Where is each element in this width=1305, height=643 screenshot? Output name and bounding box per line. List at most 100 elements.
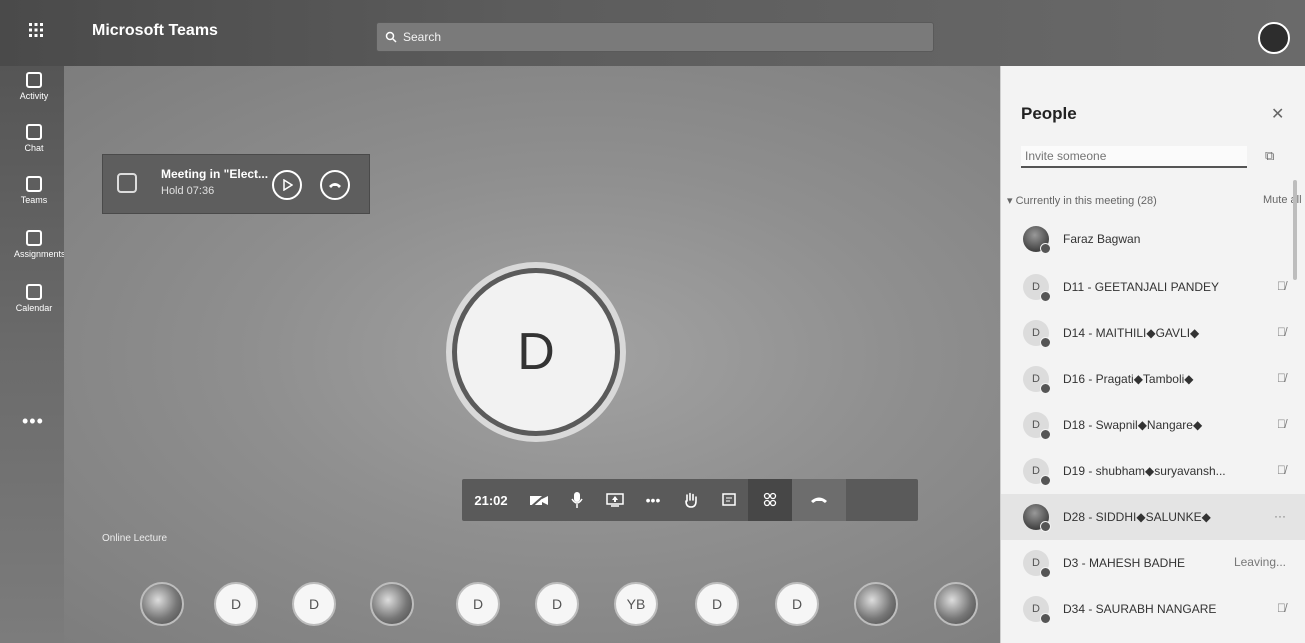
rail-item-assignments[interactable]: Assignments <box>14 230 66 270</box>
resume-button[interactable] <box>272 170 302 200</box>
participant-tile-photo[interactable] <box>934 582 978 626</box>
play-icon <box>283 179 293 191</box>
more-options-icon[interactable]: ··· <box>1274 509 1286 523</box>
call-controls: 21:02 ••• <box>462 479 918 521</box>
rail-label: Chat <box>24 143 44 153</box>
participant-tile[interactable]: YB <box>614 582 658 626</box>
people-icon <box>763 492 777 507</box>
participant-tile-photo[interactable] <box>854 582 898 626</box>
share-invite-icon[interactable]: ⧉ <box>1265 148 1274 164</box>
search-placeholder: Search <box>403 30 442 44</box>
participant-row[interactable]: D D34 - SAURABH NANGARE 🎙̸ <box>1001 586 1305 632</box>
search-input[interactable]: Search <box>376 22 934 52</box>
participant-strip: D D D D YB D D <box>140 582 1000 638</box>
rail-label: Calendar <box>15 303 53 313</box>
participant-row[interactable]: D D3 - MAHESH BADHE Leaving... <box>1001 540 1305 586</box>
title-bar: Microsoft Teams Search <box>0 0 1305 67</box>
people-scrollbar[interactable] <box>1293 180 1297 280</box>
held-meeting-status: Hold 07:36 <box>161 185 215 197</box>
calendar-icon <box>26 284 42 300</box>
avatar <box>1023 504 1051 532</box>
profile-avatar[interactable] <box>1258 22 1290 54</box>
participant-name: D19 - shubham◆suryavansh... <box>1063 464 1226 478</box>
people-panel: People ✕ ⧉ ▾ Currently in this meeting (… <box>1000 66 1305 643</box>
participant-tile[interactable]: D <box>292 582 336 626</box>
camera-toggle-button[interactable] <box>520 479 558 521</box>
hang-up-held-button[interactable] <box>320 170 350 200</box>
participant-name: D28 - SIDDHI◆SALUNKE◆ <box>1063 510 1211 524</box>
close-icon[interactable]: ✕ <box>1271 104 1284 124</box>
raise-hand-button[interactable] <box>672 479 710 521</box>
phone-hangup-icon <box>811 497 827 503</box>
rail-label: Assignments <box>14 249 66 259</box>
held-meeting-title: Meeting in "Elect... <box>161 167 269 181</box>
participant-row[interactable]: D D18 - Swapnil◆Nangare◆ 🎙̸ <box>1001 402 1305 448</box>
section-label: Currently in this meeting (28) <box>1015 195 1157 207</box>
meeting-icon <box>117 173 137 193</box>
participant-tile-photo[interactable] <box>370 582 414 626</box>
participant-tile[interactable]: D <box>214 582 258 626</box>
app-launcher-icon[interactable] <box>28 22 46 40</box>
mic-off-icon: 🎙̸ <box>1277 601 1286 615</box>
hand-icon <box>685 492 697 508</box>
participant-name: D11 - GEETANJALI PANDEY <box>1063 280 1220 294</box>
share-screen-button[interactable] <box>596 479 634 521</box>
camera-off-icon <box>530 492 548 508</box>
avatar: D <box>1023 412 1051 440</box>
participants-button[interactable] <box>748 479 792 521</box>
rail-label: Teams <box>20 195 48 205</box>
participant-tile[interactable]: D <box>775 582 819 626</box>
rail-item-chat[interactable]: Chat <box>14 124 54 164</box>
avatar: D <box>1023 366 1051 394</box>
invite-input[interactable] <box>1021 146 1247 168</box>
mic-off-icon: 🎙̸ <box>1277 463 1286 477</box>
mic-off-icon: 🎙̸ <box>1277 417 1286 431</box>
bell-icon <box>26 72 42 88</box>
chat-button[interactable] <box>710 479 748 521</box>
avatar: D <box>1023 458 1051 486</box>
participant-tile-photo[interactable] <box>140 582 184 626</box>
rail-item-activity[interactable]: Activity <box>14 72 54 112</box>
chat-icon <box>722 493 736 506</box>
meeting-caption: Online Lecture <box>102 533 168 544</box>
hang-up-button[interactable] <box>792 479 846 521</box>
avatar: D <box>1023 274 1051 302</box>
participant-row[interactable]: D28 - SIDDHI◆SALUNKE◆ ··· <box>1001 494 1305 540</box>
participant-tile[interactable]: D <box>695 582 739 626</box>
mic-toggle-button[interactable] <box>558 479 596 521</box>
assignments-icon <box>26 230 42 246</box>
teams-icon <box>26 176 42 192</box>
avatar <box>1023 226 1051 254</box>
avatar: D <box>1023 550 1051 578</box>
search-icon <box>385 31 397 43</box>
share-screen-icon <box>606 493 624 507</box>
avatar: D <box>1023 596 1051 624</box>
microphone-icon <box>571 492 583 508</box>
participant-tile[interactable]: D <box>535 582 579 626</box>
participant-name: D16 - Pragati◆Tamboli◆ <box>1063 372 1194 386</box>
participant-name: D14 - MAITHILI◆GAVLI◆ <box>1063 326 1200 340</box>
participant-name: Faraz Bagwan <box>1063 232 1141 246</box>
call-timer: 21:02 <box>474 492 508 508</box>
app-rail: Activity Chat Teams Assignments Calendar… <box>0 66 66 643</box>
more-actions-button[interactable]: ••• <box>634 479 672 521</box>
rail-item-teams[interactable]: Teams <box>14 176 54 216</box>
participant-row[interactable]: D D11 - GEETANJALI PANDEY 🎙̸ <box>1001 264 1305 310</box>
more-apps-icon[interactable]: ••• <box>22 411 44 432</box>
participant-row[interactable]: D D14 - MAITHILI◆GAVLI◆ 🎙̸ <box>1001 310 1305 356</box>
mic-off-icon: 🎙̸ <box>1277 325 1286 339</box>
participant-row[interactable]: Faraz Bagwan <box>1001 216 1305 262</box>
section-header[interactable]: ▾ Currently in this meeting (28) <box>1007 194 1157 207</box>
leaving-status: Leaving... <box>1233 555 1286 569</box>
participant-name: D34 - SAURABH NANGARE <box>1063 602 1217 616</box>
phone-hangup-icon <box>329 183 341 188</box>
participant-row[interactable]: D D16 - Pragati◆Tamboli◆ 🎙̸ <box>1001 356 1305 402</box>
participant-tile[interactable]: D <box>456 582 500 626</box>
mic-off-icon: 🎙̸ <box>1277 371 1286 385</box>
rail-label: Activity <box>19 91 49 101</box>
rail-item-calendar[interactable]: Calendar <box>14 284 54 324</box>
participant-row[interactable]: D D19 - shubham◆suryavansh... 🎙̸ <box>1001 448 1305 494</box>
panel-title: People <box>1021 104 1077 123</box>
chat-icon <box>26 124 42 140</box>
mic-off-icon: 🎙̸ <box>1277 279 1286 293</box>
